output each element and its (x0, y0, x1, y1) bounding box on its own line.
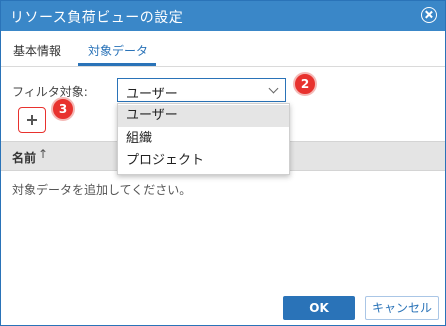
filter-dropdown-list: ユーザー 組織 プロジェクト (117, 103, 290, 175)
sort-ascending-icon[interactable]: ↑ (38, 147, 48, 161)
tab-bar: 基本情報 対象データ (1, 31, 445, 67)
cancel-button[interactable]: キャンセル (365, 296, 439, 320)
dropdown-option-project[interactable]: プロジェクト (118, 150, 289, 172)
chevron-down-icon (268, 83, 279, 94)
active-tab-indicator (78, 63, 156, 66)
dropdown-option-organization[interactable]: 組織 (118, 128, 289, 150)
dialog-titlebar: リソース負荷ビューの設定 (1, 1, 445, 31)
filter-target-label: フィルタ対象: (12, 85, 88, 99)
dropdown-option-user[interactable]: ユーザー (118, 105, 289, 127)
add-button[interactable] (18, 107, 46, 133)
tab-basic-info[interactable]: 基本情報 (13, 42, 61, 59)
dialog-title: リソース負荷ビューの設定 (10, 10, 184, 26)
column-header-name[interactable]: 名前 (12, 149, 36, 166)
step-marker-3: 3 (51, 97, 75, 121)
settings-dialog: リソース負荷ビューの設定 基本情報 対象データ フィルタ対象: ユーザー 2 3… (0, 0, 446, 326)
ok-button[interactable]: OK (283, 296, 355, 320)
filter-selected-value: ユーザー (126, 87, 178, 102)
filter-target-select[interactable]: ユーザー (117, 78, 286, 102)
tab-target-data[interactable]: 対象データ (88, 42, 148, 59)
step-marker-2: 2 (293, 72, 317, 96)
close-icon[interactable] (421, 7, 437, 23)
empty-state-message: 対象データを追加してください。 (12, 183, 192, 197)
